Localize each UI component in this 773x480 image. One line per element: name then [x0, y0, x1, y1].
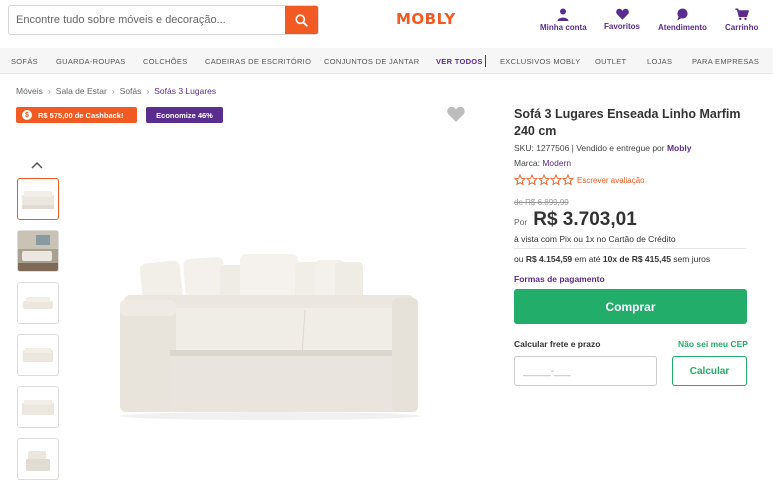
chevron-up-icon[interactable]: [30, 160, 44, 170]
header: MOBLY Minha conta Favoritos Atendimento …: [0, 0, 773, 44]
install-prefix: ou: [514, 254, 526, 264]
search-box: [8, 5, 319, 35]
sofa-thumbnail-image: [22, 191, 54, 209]
install-suffix: sem juros: [670, 254, 711, 264]
breadcrumb-item[interactable]: Móveis: [16, 86, 43, 96]
chat-icon: [677, 8, 688, 21]
star-outline-icon: [514, 174, 574, 186]
room-thumbnail-image: [18, 231, 58, 271]
breadcrumb-item[interactable]: Sofás: [120, 86, 142, 96]
divider: [514, 248, 746, 249]
brand-line: Marca: Modern: [514, 158, 571, 168]
install-mid: em até: [572, 254, 603, 264]
shipping-label: Calcular frete e prazo: [514, 339, 601, 349]
nav-item-colchoes[interactable]: COLCHÕES: [143, 57, 188, 66]
current-price: R$ 3.703,01: [533, 209, 637, 230]
sofa-thumbnail-image: [22, 400, 54, 415]
brand-link[interactable]: Modern: [542, 158, 571, 168]
dollar-coin-icon: $: [22, 110, 32, 120]
price-block: Por R$ 3.703,01: [514, 209, 637, 231]
nav-item-sofas[interactable]: SOFÁS: [11, 57, 38, 66]
account-link[interactable]: Minha conta: [540, 8, 587, 32]
old-price: de R$ 6.899,99: [514, 198, 569, 207]
sofa-thumbnail-image: [23, 297, 53, 309]
favorites-link[interactable]: Favoritos: [604, 8, 640, 31]
payment-note: à vista com Pix ou 1x no Cartão de Crédi…: [514, 234, 676, 244]
chevron-right-icon: ›: [47, 86, 51, 96]
sofa-thumbnail-image: [23, 348, 53, 362]
buy-button[interactable]: Comprar: [514, 289, 747, 324]
nav-item-outlet[interactable]: OUTLET: [595, 57, 626, 66]
cashback-badge: $ R$ 575,00 de Cashback!: [16, 107, 137, 123]
install-total: R$ 4.154,59: [525, 254, 573, 264]
favorites-label: Favoritos: [604, 22, 641, 31]
discount-text: Economize 46%: [156, 110, 213, 120]
rating-stars: Escrever avaliação: [514, 174, 645, 186]
cashback-text: R$ 575,00 de Cashback!: [38, 110, 124, 120]
cart-label: Carrinho: [725, 23, 759, 32]
thumbnail-2[interactable]: [17, 230, 59, 272]
nav-item-cadeiras[interactable]: CADEIRAS DE ESCRITÓRIO: [205, 57, 311, 66]
nav-item-lojas[interactable]: LOJAS: [647, 57, 672, 66]
chevron-right-icon: ›: [111, 86, 115, 96]
support-link[interactable]: Atendimento: [658, 8, 707, 32]
nav-item-ver-todos[interactable]: VER TODOS: [436, 57, 483, 66]
support-label: Atendimento: [658, 23, 707, 32]
search-input[interactable]: [9, 6, 286, 34]
cart-link[interactable]: Carrinho: [725, 8, 758, 32]
thumbnail-4[interactable]: [17, 334, 59, 376]
thumbnail-5[interactable]: [17, 386, 59, 428]
sofa-product-image: [120, 254, 420, 420]
write-review-link[interactable]: Escrever avaliação: [577, 176, 645, 185]
calculate-button[interactable]: Calcular: [672, 356, 747, 386]
unknown-cep-link[interactable]: Não sei meu CEP: [678, 339, 748, 349]
heart-icon: [615, 8, 629, 20]
cep-input[interactable]: [514, 356, 657, 386]
account-label: Minha conta: [540, 23, 587, 32]
thumbnail-6[interactable]: [17, 438, 59, 480]
category-nav: SOFÁS GUARDA-ROUPAS COLCHÕES CADEIRAS DE…: [0, 48, 773, 74]
nav-item-conjuntos[interactable]: CONJUNTOS DE JANTAR: [324, 57, 419, 66]
nav-item-exclusivos[interactable]: EXCLUSIVOS MOBLY: [500, 57, 581, 66]
discount-badge: Economize 46%: [146, 107, 223, 123]
nav-item-empresas[interactable]: PARA EMPRESAS: [692, 57, 759, 66]
search-button[interactable]: [285, 6, 318, 34]
favorite-heart-icon[interactable]: [447, 106, 465, 122]
user-icon: [557, 8, 569, 21]
thumbnail-3[interactable]: [17, 282, 59, 324]
breadcrumb-item[interactable]: Sala de Estar: [56, 86, 107, 96]
nav-item-guarda-roupas[interactable]: GUARDA-ROUPAS: [56, 57, 126, 66]
price-prefix: Por: [514, 217, 528, 227]
chevron-right-icon: ›: [146, 86, 150, 96]
search-icon: [295, 13, 308, 27]
thumbnail-1[interactable]: [17, 178, 59, 220]
brand-label: Marca:: [514, 158, 543, 168]
sku-text: SKU: 1277506 | Vendido e entregue por: [514, 143, 667, 153]
nav-divider: [485, 55, 486, 67]
seller-link[interactable]: Mobly: [667, 143, 692, 153]
breadcrumb: Móveis › Sala de Estar › Sofás › Sofás 3…: [16, 86, 216, 96]
mobly-logo[interactable]: MOBLY: [396, 10, 456, 28]
payment-methods-link[interactable]: Formas de pagamento: [514, 274, 605, 284]
sofa-side-thumbnail-image: [26, 451, 50, 471]
breadcrumb-current[interactable]: Sofás 3 Lugares: [154, 86, 216, 96]
installments-line: ou R$ 4.154,59 em até 10x de R$ 415,45 s…: [514, 254, 710, 264]
product-title: Sofá 3 Lugares Enseada Linho Marfim 240 …: [514, 107, 741, 138]
install-parcels: 10x de R$ 415,45: [602, 254, 671, 264]
sku-line: SKU: 1277506 | Vendido e entregue por Mo…: [514, 143, 692, 153]
cart-icon: [735, 8, 749, 21]
